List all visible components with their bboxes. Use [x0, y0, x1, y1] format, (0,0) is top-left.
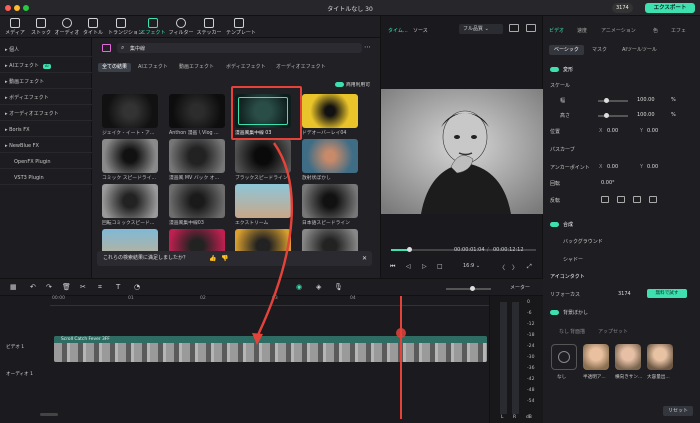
annotation-arrow — [252, 142, 293, 345]
